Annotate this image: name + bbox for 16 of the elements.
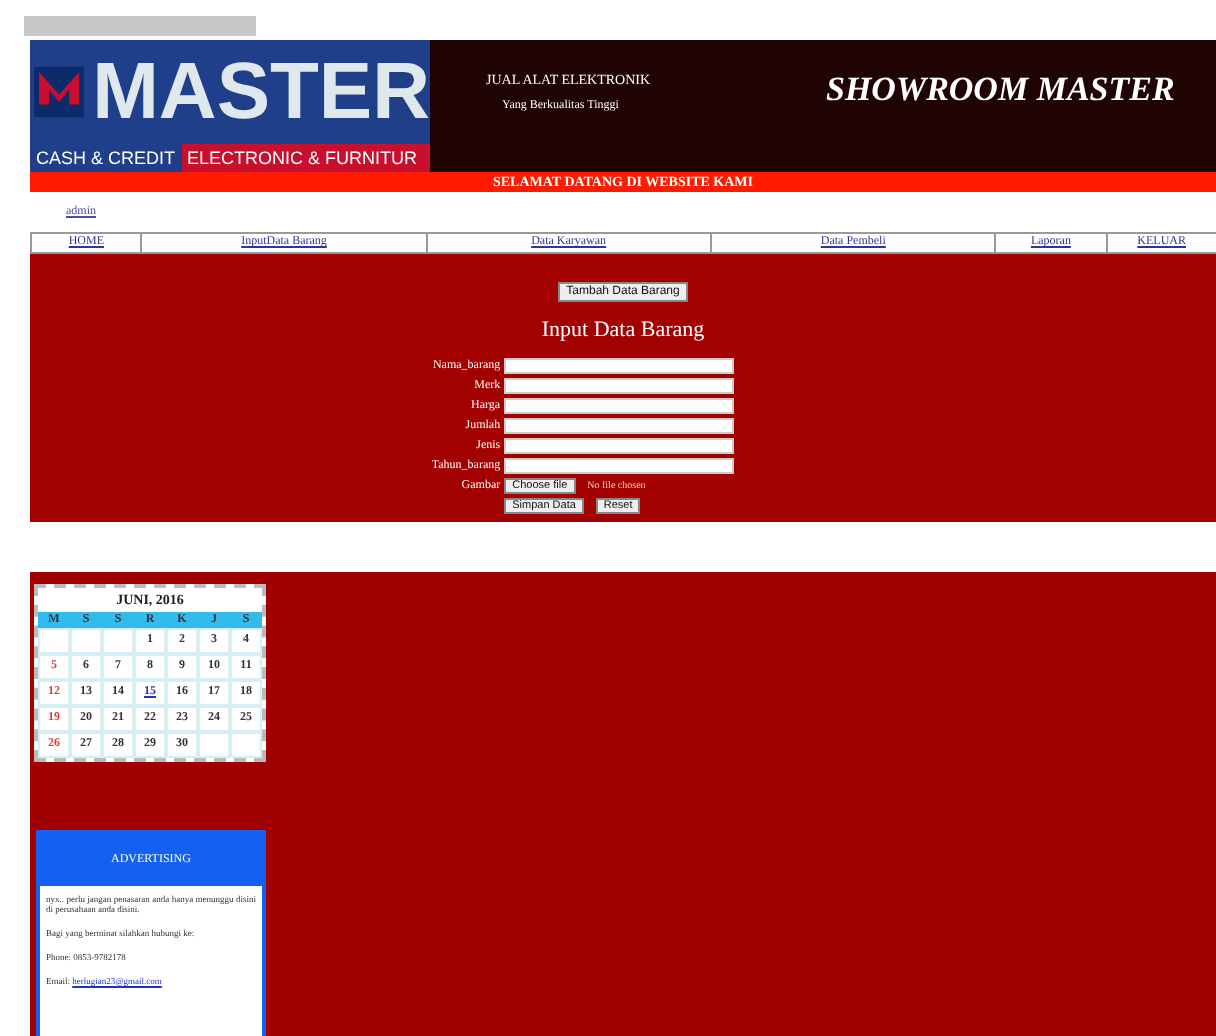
input-field[interactable] <box>504 458 735 474</box>
logo-brand: MASTER <box>92 52 430 132</box>
input-field[interactable] <box>504 358 735 374</box>
form-title: Input Data Barang <box>541 318 705 342</box>
input-field[interactable] <box>504 378 735 394</box>
input-field[interactable] <box>504 398 735 414</box>
empty-calendar-cell <box>230 732 262 758</box>
input-field[interactable] <box>504 438 735 454</box>
logo-tagline: ELECTRONIC & FURNITUR <box>181 144 430 172</box>
site-title: SHOWROOM MASTER <box>824 68 1175 112</box>
empty-calendar-cell <box>38 628 70 654</box>
empty-calendar-cell <box>198 732 230 758</box>
logo-tagline: CASH & CREDIT <box>34 146 178 172</box>
empty-calendar-cell <box>102 628 134 654</box>
empty-calendar-cell <box>70 628 102 654</box>
input-field[interactable] <box>504 418 735 434</box>
